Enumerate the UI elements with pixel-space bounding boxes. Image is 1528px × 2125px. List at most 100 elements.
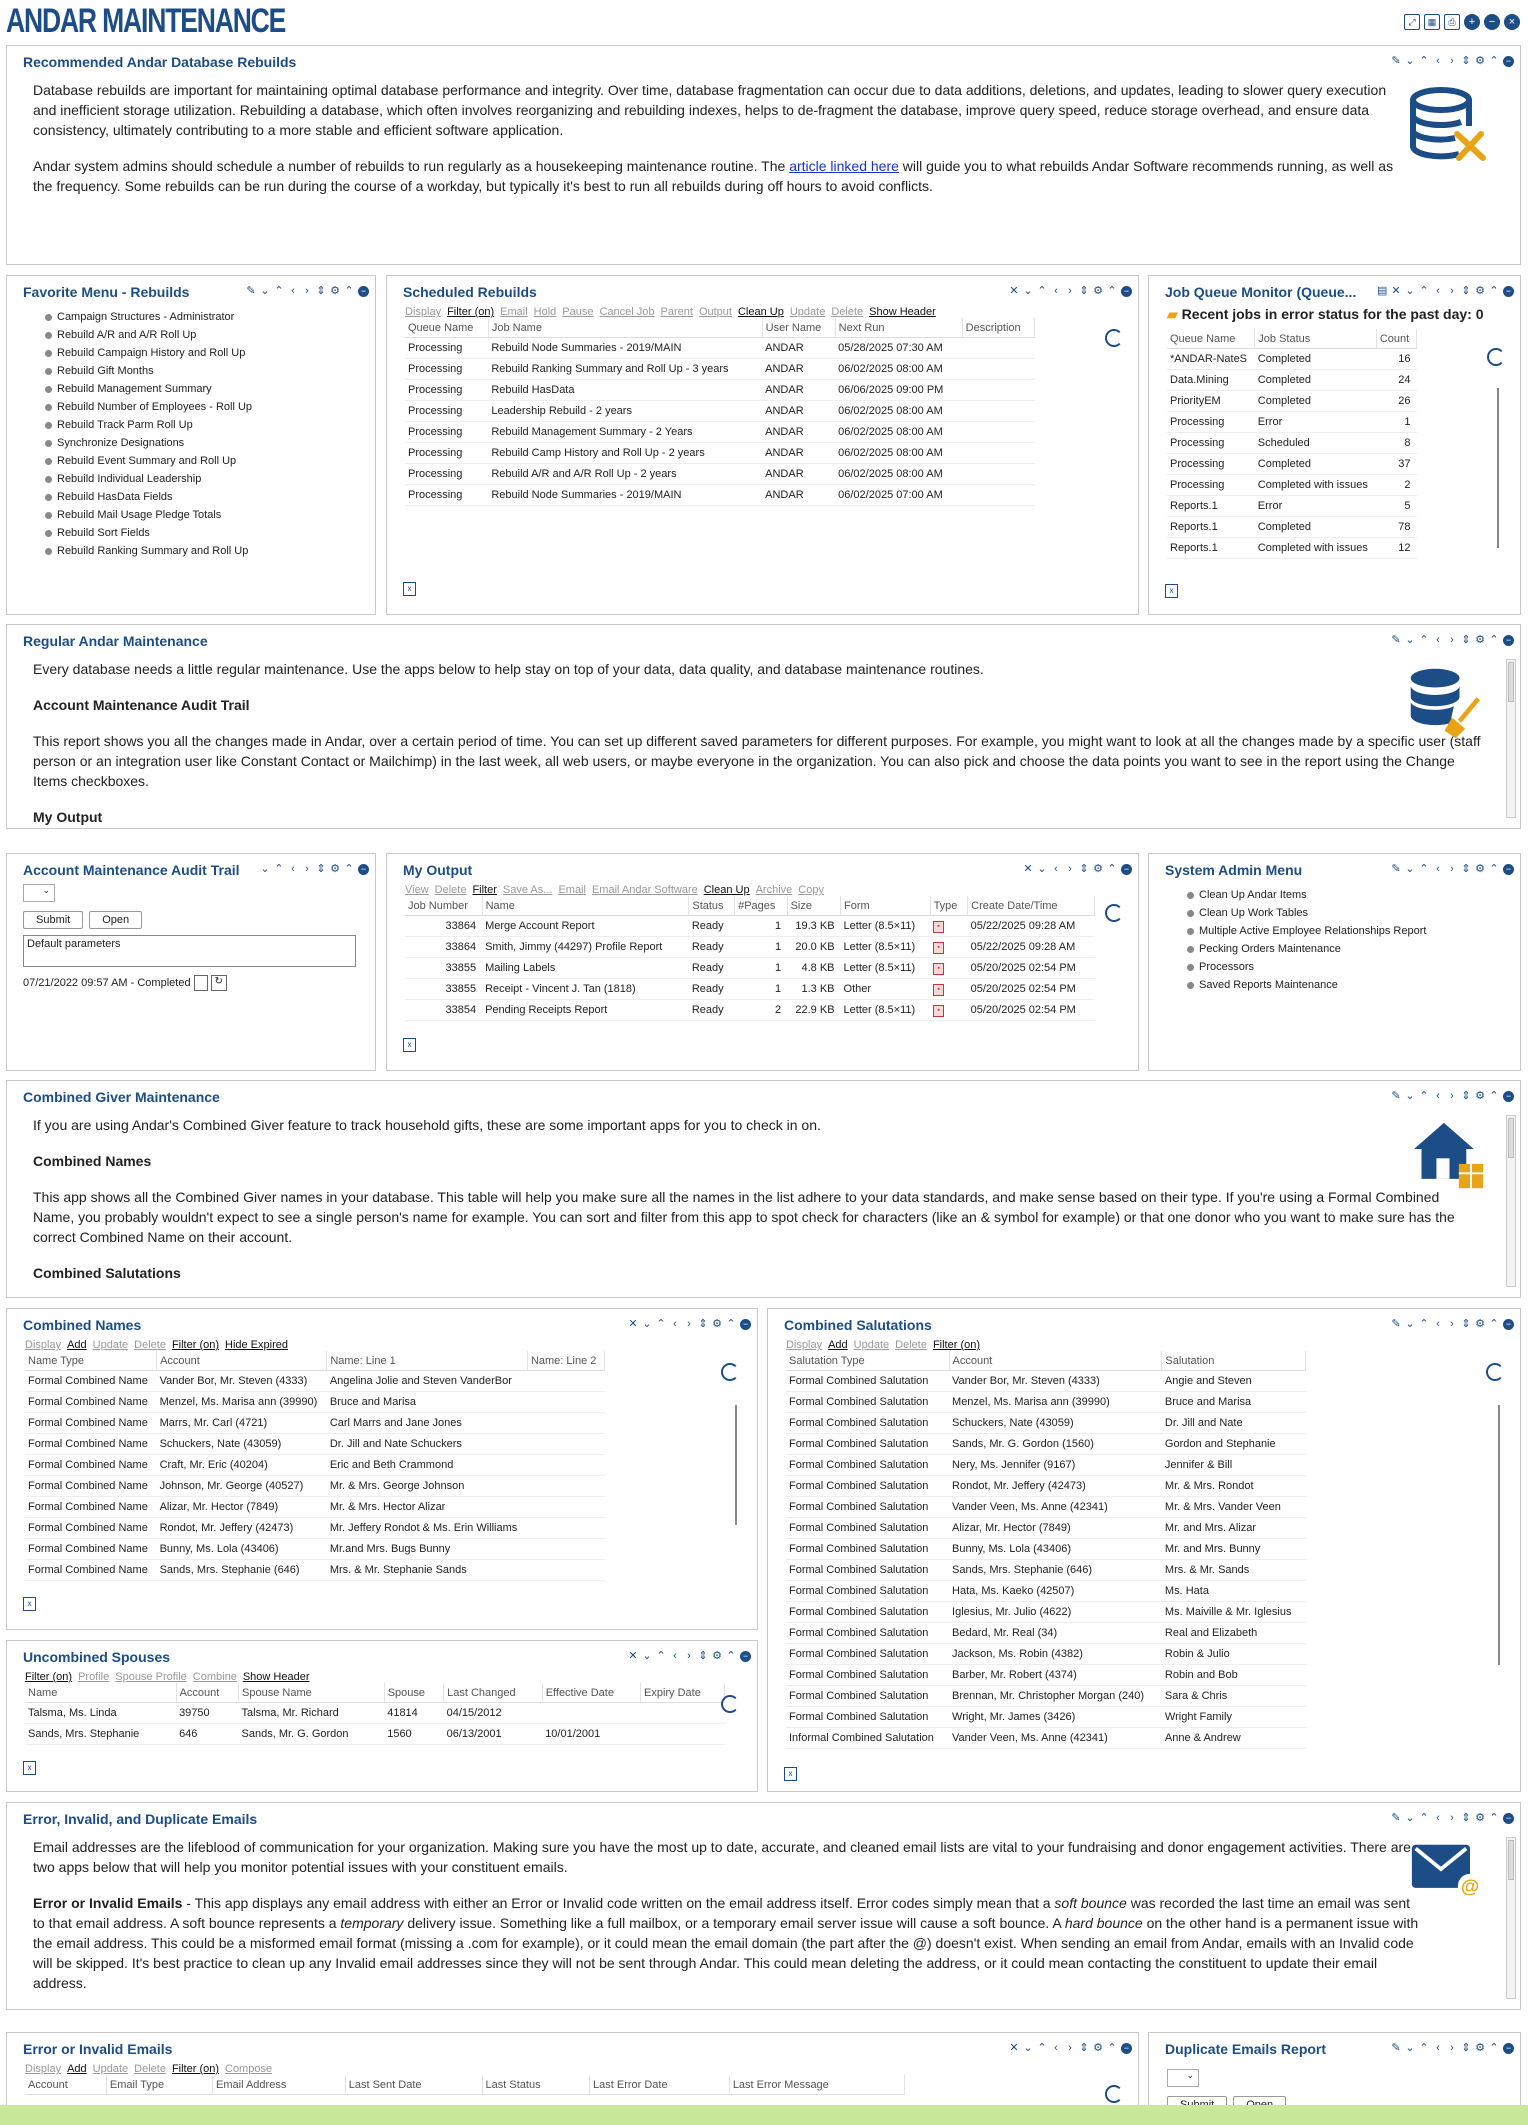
move-icon[interactable]: ⇕ — [1079, 2042, 1089, 2054]
column-header[interactable]: Job Number — [405, 896, 483, 916]
collapse-icon[interactable]: ⌃ — [344, 285, 354, 297]
minimize-icon[interactable]: − — [358, 863, 369, 875]
chevron-left-icon[interactable]: ‹ — [1433, 1090, 1443, 1102]
minimize-icon[interactable]: − — [1121, 285, 1132, 297]
toolbar-action[interactable]: Filter (on) — [447, 306, 494, 318]
table-row[interactable]: Processing Leadership Rebuild - 2 years AN… — [405, 400, 1035, 422]
menu-item[interactable]: Rebuild Management Summary — [45, 380, 375, 398]
collapse-icon[interactable]: ⌃ — [1489, 1318, 1499, 1330]
chevron-right-icon[interactable]: › — [1065, 2042, 1075, 2054]
move-icon[interactable]: ⇕ — [1461, 863, 1471, 875]
move-icon[interactable]: ⇕ — [698, 1650, 708, 1662]
table-row[interactable]: *ANDAR-NateS Completed 16 — [1167, 348, 1417, 370]
chevron-right-icon[interactable]: › — [1065, 863, 1075, 875]
gear-icon[interactable]: ⚙ — [712, 1318, 722, 1330]
chevron-right-icon[interactable]: › — [1447, 863, 1457, 875]
column-header[interactable]: Effective Date — [542, 1683, 641, 1703]
table-row[interactable]: Formal Combined Salutation Brennan, Mr. C… — [786, 1685, 1306, 1707]
table-row[interactable]: Data.Mining Completed 24 — [1167, 369, 1417, 391]
chevron-left-icon[interactable]: ‹ — [1433, 634, 1443, 646]
column-header[interactable]: Last Error Date — [589, 2075, 730, 2095]
move-icon[interactable]: ⇕ — [316, 863, 326, 875]
table-row[interactable]: Formal Combined Salutation Sands, Mrs. St… — [786, 1559, 1306, 1581]
toolbar-action[interactable]: Filter (on) — [172, 2063, 219, 2075]
table-row[interactable]: Reports.1 Error 5 — [1167, 495, 1417, 517]
column-header[interactable]: Spouse — [384, 1683, 445, 1703]
table-row[interactable]: Processing Rebuild Camp History and Roll … — [405, 442, 1035, 464]
menu-item[interactable]: Rebuild A/R and A/R Roll Up — [45, 326, 375, 344]
chevron-down-icon[interactable]: ⌄ — [1037, 863, 1047, 875]
table-row[interactable]: Formal Combined Salutation Iglesius, Mr. … — [786, 1601, 1306, 1623]
excel-export-icon[interactable]: x — [1165, 584, 1178, 598]
menu-item[interactable]: Saved Reports Maintenance — [1187, 976, 1520, 994]
menu-item[interactable]: Rebuild Ranking Summary and Roll Up — [45, 542, 375, 560]
toolbar-action[interactable]: Save As... — [503, 884, 553, 896]
table-row[interactable]: Processing Rebuild A/R and A/R Roll Up - … — [405, 463, 1035, 485]
collapse-icon[interactable]: ⌃ — [726, 1650, 736, 1662]
menu-item[interactable]: Rebuild Event Summary and Roll Up — [45, 452, 375, 470]
chevron-up-icon[interactable]: ⌃ — [1419, 1090, 1429, 1102]
chevron-down-icon[interactable]: ⌄ — [1405, 285, 1415, 297]
table-row[interactable]: Processing Completed with issues 2 — [1167, 474, 1417, 496]
collapse-icon[interactable]: ⌃ — [1489, 55, 1499, 67]
column-header[interactable]: Email Type — [106, 2075, 214, 2095]
refresh-icon[interactable] — [1487, 348, 1505, 366]
column-header[interactable]: Account — [176, 1683, 240, 1703]
table-row[interactable]: Formal Combined Name Alizar, Mr. Hector (… — [25, 1496, 605, 1518]
column-header[interactable]: Spouse Name — [238, 1683, 385, 1703]
chevron-left-icon[interactable]: ‹ — [1433, 2042, 1443, 2054]
toolbar-action[interactable]: Display — [25, 2063, 61, 2075]
parameters-field[interactable]: Default parameters — [23, 935, 356, 967]
toolbar-action[interactable]: Display — [405, 306, 441, 318]
table-row[interactable]: Formal Combined Salutation Barber, Mr. Ro… — [786, 1664, 1306, 1686]
table-row[interactable]: Formal Combined Salutation Jackson, Ms. R… — [786, 1643, 1306, 1665]
column-header[interactable]: Form — [840, 896, 931, 916]
gear-icon[interactable]: ⚙ — [1093, 285, 1103, 297]
table-row[interactable]: Formal Combined Salutation Wright, Mr. Ja… — [786, 1706, 1306, 1728]
scrollbar[interactable] — [1506, 659, 1516, 818]
minimize-icon[interactable]: − — [740, 1650, 751, 1662]
refresh-icon[interactable] — [721, 1363, 739, 1381]
scrollbar[interactable] — [1506, 1115, 1516, 1287]
excel-export-icon[interactable]: x — [403, 1038, 416, 1052]
column-header[interactable]: Type — [930, 896, 969, 916]
toolbar-action[interactable]: Add — [67, 2063, 87, 2075]
chevron-left-icon[interactable]: ‹ — [1433, 1812, 1443, 1824]
toolbar-action[interactable]: Display — [786, 1339, 822, 1351]
minimize-icon[interactable]: − — [358, 285, 369, 297]
toolbar-action[interactable]: Clean Up — [738, 306, 784, 318]
gear-icon[interactable]: ⚙ — [330, 863, 340, 875]
move-icon[interactable]: ⇕ — [1461, 1318, 1471, 1330]
chevron-right-icon[interactable]: › — [684, 1650, 694, 1662]
column-header[interactable]: Email Address — [212, 2075, 346, 2095]
toolbar-action[interactable]: Hold — [534, 306, 557, 318]
scrollbar[interactable] — [1498, 1405, 1500, 1665]
table-row[interactable]: Formal Combined Salutation Nery, Ms. Jenn… — [786, 1454, 1306, 1476]
table-row[interactable]: Reports.1 Completed with issues 12 — [1167, 537, 1417, 559]
toolbar-action[interactable]: Compose — [225, 2063, 272, 2075]
gear-icon[interactable]: ⚙ — [1475, 1812, 1485, 1824]
table-row[interactable]: Processing Rebuild HasData ANDAR 06/06/2025… — [405, 379, 1035, 401]
chevron-right-icon[interactable]: › — [1447, 285, 1457, 297]
chevron-down-icon[interactable]: ⌄ — [1405, 634, 1415, 646]
menu-item[interactable]: Multiple Active Employee Relationships R… — [1187, 922, 1520, 940]
chevron-down-icon[interactable]: ⌄ — [642, 1318, 652, 1330]
toolbar-action[interactable]: Email — [558, 884, 586, 896]
table-row[interactable]: Processing Rebuild Ranking Summary and Ro… — [405, 358, 1035, 380]
table-row[interactable]: Formal Combined Name Craft, Mr. Eric (402… — [25, 1454, 605, 1476]
menu-item[interactable]: Rebuild HasData Fields — [45, 488, 375, 506]
table-row[interactable]: Formal Combined Salutation Schuckers, Nat… — [786, 1412, 1306, 1434]
edit-icon[interactable]: ✎ — [246, 285, 256, 297]
column-header[interactable]: Name Type — [25, 1351, 158, 1371]
move-icon[interactable]: ⇕ — [698, 1318, 708, 1330]
toolbar-action[interactable]: Show Header — [869, 306, 936, 318]
column-header[interactable]: Description — [962, 318, 1036, 338]
minus-icon[interactable]: − — [1484, 14, 1500, 30]
toolbar-action[interactable]: Clean Up — [704, 884, 750, 896]
close-icon[interactable]: ✕ — [1009, 2042, 1019, 2054]
chevron-left-icon[interactable]: ‹ — [670, 1650, 680, 1662]
toolbar-action[interactable]: Spouse Profile — [115, 1671, 187, 1683]
filter-icon[interactable]: ▤ — [1377, 285, 1387, 297]
chevron-up-icon[interactable]: ⌃ — [656, 1318, 666, 1330]
toolbar-action[interactable]: Delete — [831, 306, 863, 318]
